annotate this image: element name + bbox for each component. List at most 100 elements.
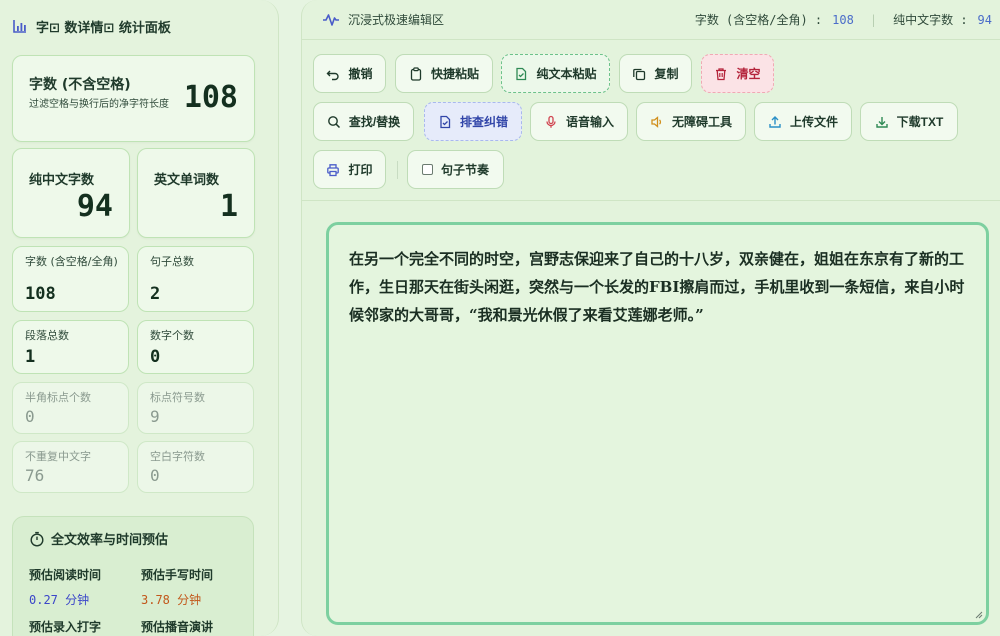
read-time-label: 预估阅读时间 (29, 568, 102, 582)
quick-paste-label: 快捷粘贴 (430, 67, 479, 81)
write-time-value: 3.78 分钟 (141, 593, 202, 607)
stat-label: 字数 (不含空格) (29, 77, 131, 93)
stat-value: 108 (183, 80, 238, 115)
stat-desc: 过滤空格与换行后的净字符长度 (29, 99, 169, 110)
stat-value: 94 (76, 189, 113, 224)
stat-label: 字数 (含空格/全角) (25, 255, 118, 268)
bar-chart-icon (13, 20, 26, 33)
stat-card-whitespace: 空白字符数 0 (137, 441, 254, 493)
accessibility-tools-label: 无障碍工具 (671, 115, 732, 129)
clear-button[interactable]: 清空 (701, 54, 774, 93)
stat-label: 段落总数 (25, 329, 69, 342)
stat-value: 9 (150, 407, 160, 426)
editor-topbar: 沉浸式极速编辑区 字数 (含空格/全角) : 108 | 纯中文字数 : 94 (302, 0, 1000, 40)
stats-sidebar: 字⊡ 数详情⊡ 统计面板 字数 (不含空格) 过滤空格与换行后的净字符长度 10… (0, 0, 279, 636)
download-icon (875, 116, 888, 128)
stat-value: 1 (219, 189, 238, 224)
stat-card-punct: 标点符号数 9 (137, 382, 254, 434)
stat-label: 英文单词数 (154, 173, 220, 188)
search-icon (327, 115, 340, 128)
topbar-separator: | (869, 12, 878, 27)
download-txt-button[interactable]: 下载TXT (860, 102, 958, 141)
stat-value: 1 (25, 347, 36, 367)
copy-label: 复制 (654, 67, 679, 81)
voice-input-button[interactable]: 语音输入 (530, 102, 628, 141)
stat-card-sentences: 句子总数 2 (137, 246, 254, 312)
stopwatch-icon (30, 531, 44, 547)
sentence-rhythm-label: 句子节奏 (440, 163, 489, 177)
count-value: 108 (832, 12, 854, 27)
stat-label: 标点符号数 (150, 391, 205, 404)
speaker-icon (651, 115, 662, 128)
clear-label: 清空 (736, 67, 761, 81)
cn-count-label: 纯中文字数 : (893, 13, 968, 27)
clipboard-icon (410, 66, 422, 81)
microphone-icon (546, 115, 556, 128)
stat-value: 2 (150, 284, 161, 304)
stat-label: 纯中文字数 (29, 173, 95, 188)
stat-label: 半角标点个数 (25, 391, 91, 404)
upload-icon (769, 115, 781, 128)
speech-time-label: 预估播音演讲 (141, 620, 214, 634)
editor-toolbar: 撤销 快捷粘贴 纯文本粘贴 复制 清空 查找/替换 排查纠错 语音输入 无障碍工… (302, 40, 1000, 201)
find-replace-button[interactable]: 查找/替换 (313, 102, 414, 141)
stat-label: 空白字符数 (150, 450, 205, 463)
resize-handle-icon[interactable] (973, 609, 983, 619)
copy-icon (633, 68, 646, 80)
stat-value: 0 (150, 347, 161, 367)
upload-file-button[interactable]: 上传文件 (754, 102, 852, 141)
editor-title: 沉浸式极速编辑区 (348, 13, 445, 27)
stat-card-chinese: 纯中文字数 94 (12, 148, 130, 238)
stat-card-with-space: 字数 (含空格/全角) 108 (12, 246, 129, 312)
printer-icon (327, 163, 340, 176)
stat-card-unique-chinese: 不重复中文字 76 (12, 441, 129, 493)
plain-text-paste-button[interactable]: 纯文本粘贴 (501, 54, 610, 93)
undo-button[interactable]: 撤销 (313, 54, 386, 93)
accessibility-tools-button[interactable]: 无障碍工具 (636, 102, 746, 141)
check-errors-button[interactable]: 排查纠错 (424, 102, 522, 141)
stat-label: 数字个数 (150, 329, 194, 342)
efficiency-title-text: 全文效率与时间预估 (51, 533, 169, 548)
editor-main: 沉浸式极速编辑区 字数 (含空格/全角) : 108 | 纯中文字数 : 94 … (301, 0, 1000, 636)
stat-label: 句子总数 (150, 255, 194, 268)
find-replace-label: 查找/替换 (348, 115, 401, 129)
stat-card-english: 英文单词数 1 (137, 148, 255, 238)
stat-value: 0 (150, 466, 160, 485)
stat-value: 76 (25, 466, 45, 485)
stat-card-no-space: 字数 (不含空格) 过滤空格与换行后的净字符长度 108 (12, 55, 255, 142)
editor-text: 在另一个完全不同的时空，宫野志保迎来了自己的十八岁，双亲健在，姐姐在东京有了新的… (349, 250, 965, 324)
check-errors-label: 排查纠错 (459, 115, 508, 129)
sidebar-title-text: 字⊡ 数详情⊡ 统计面板 (36, 20, 171, 36)
copy-button[interactable]: 复制 (619, 54, 692, 93)
stat-value: 108 (25, 284, 56, 304)
undo-label: 撤销 (348, 67, 373, 81)
stat-label: 不重复中文字 (25, 450, 91, 463)
file-check-icon (440, 115, 451, 128)
efficiency-panel: 全文效率与时间预估 预估阅读时间 0.27 分钟 预估手写时间 3.78 分钟 … (12, 516, 254, 636)
print-label: 打印 (348, 163, 373, 177)
efficiency-title: 全文效率与时间预估 (29, 529, 237, 548)
undo-icon (326, 70, 340, 80)
stat-card-half-punct: 半角标点个数 0 (12, 382, 129, 434)
sentence-rhythm-toggle[interactable]: 句子节奏 (407, 150, 504, 189)
sentence-rhythm-checkbox[interactable] (421, 164, 433, 175)
toolbar-divider (397, 161, 398, 179)
print-button[interactable]: 打印 (313, 150, 386, 189)
download-txt-label: 下载TXT (896, 115, 944, 129)
cn-count-value: 94 (977, 12, 992, 27)
type-time-label: 预估录入打字 (29, 620, 102, 634)
count-label: 字数 (含空格/全角) : (694, 13, 823, 27)
file-text-icon (516, 67, 527, 80)
sidebar-title: 字⊡ 数详情⊡ 统计面板 (12, 0, 266, 52)
write-time-label: 预估手写时间 (141, 568, 214, 582)
voice-input-label: 语音输入 (565, 115, 614, 129)
pulse-icon (323, 13, 339, 26)
plain-text-paste-label: 纯文本粘贴 (536, 67, 597, 81)
read-time-value: 0.27 分钟 (29, 593, 90, 607)
text-editor[interactable]: 在另一个完全不同的时空，宫野志保迎来了自己的十八岁，双亲健在，姐姐在东京有了新的… (326, 222, 989, 625)
quick-paste-button[interactable]: 快捷粘贴 (395, 54, 493, 93)
trash-icon (716, 67, 727, 80)
stat-value: 0 (25, 407, 35, 426)
stat-card-digits: 数字个数 0 (137, 320, 254, 374)
upload-file-label: 上传文件 (789, 115, 838, 129)
